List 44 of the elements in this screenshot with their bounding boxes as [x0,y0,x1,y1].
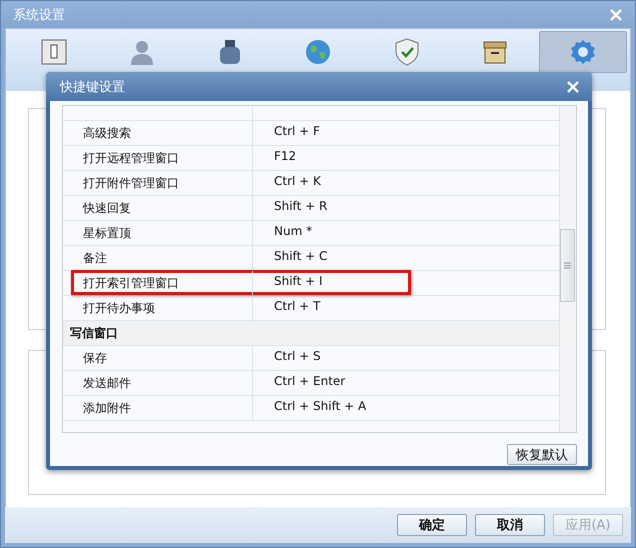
table-row[interactable]: 保存 Ctrl + S [63,346,559,371]
table-row[interactable]: 打开索引管理窗口 Shift + I [63,271,559,296]
action-cell: 高级搜索 [83,121,253,145]
window-title: 系统设置 [13,6,65,24]
close-icon[interactable] [566,80,580,94]
shortcut-cell[interactable]: Ctrl + F [274,123,320,140]
scrollbar[interactable] [559,106,576,432]
action-cell: 保存 [83,346,253,370]
shortcut-cell[interactable]: Shift + R [274,198,328,215]
table-row[interactable]: 星标置顶 Num * [63,221,559,246]
shortcut-cell[interactable]: Ctrl + Shift + A [274,398,366,415]
shortcut-cell[interactable]: Ctrl + S [274,348,321,365]
shortcut-cell[interactable]: Shift + I [274,273,322,290]
footer-button[interactable]: 确定 [397,514,467,536]
table-row[interactable]: 快速回复 Shift + R [63,196,559,221]
shortcut-cell[interactable]: Ctrl + Enter [274,373,346,390]
panel-icon [39,37,69,67]
shortcut-cell[interactable]: Shift + C [274,248,328,265]
table-row[interactable]: 高级搜索 Ctrl + F [63,121,559,146]
dialog-title: 快捷键设置 [60,78,125,96]
table-row[interactable]: 添加附件 Ctrl + Shift + A [63,396,559,421]
table-row[interactable]: 打开远程管理窗口 F12 [63,146,559,171]
action-cell: 发送邮件 [83,371,253,395]
action-cell: 打开附件管理窗口 [83,171,253,195]
shortcut-cell[interactable]: F12 [274,148,296,165]
close-icon[interactable] [609,8,623,22]
table-row[interactable]: 发送邮件 Ctrl + Enter [63,371,559,396]
action-cell: 星标置顶 [83,221,253,245]
shortcut-cell[interactable]: Ctrl + T [274,298,320,315]
group-header: 写信窗口 [63,321,559,346]
action-cell: 备注 [83,246,253,270]
restore-defaults-button[interactable]: 恢复默认 [507,444,577,465]
shortcut-cell[interactable]: Num * [274,223,312,240]
scroll-thumb[interactable] [560,229,575,302]
tab[interactable] [538,31,627,73]
table-row[interactable]: 打开附件管理窗口 Ctrl + K [63,171,559,196]
footer-button[interactable]: 取消 [475,514,545,536]
action-cell: 快速回复 [83,196,253,220]
grip-icon [564,262,571,269]
action-cell: 打开索引管理窗口 [83,271,253,295]
action-cell: 添加附件 [83,396,253,420]
action-cell: 打开远程管理窗口 [83,146,253,170]
action-cell: 打开待办事项 [83,296,253,320]
shortcut-cell[interactable]: Ctrl + K [274,173,321,190]
